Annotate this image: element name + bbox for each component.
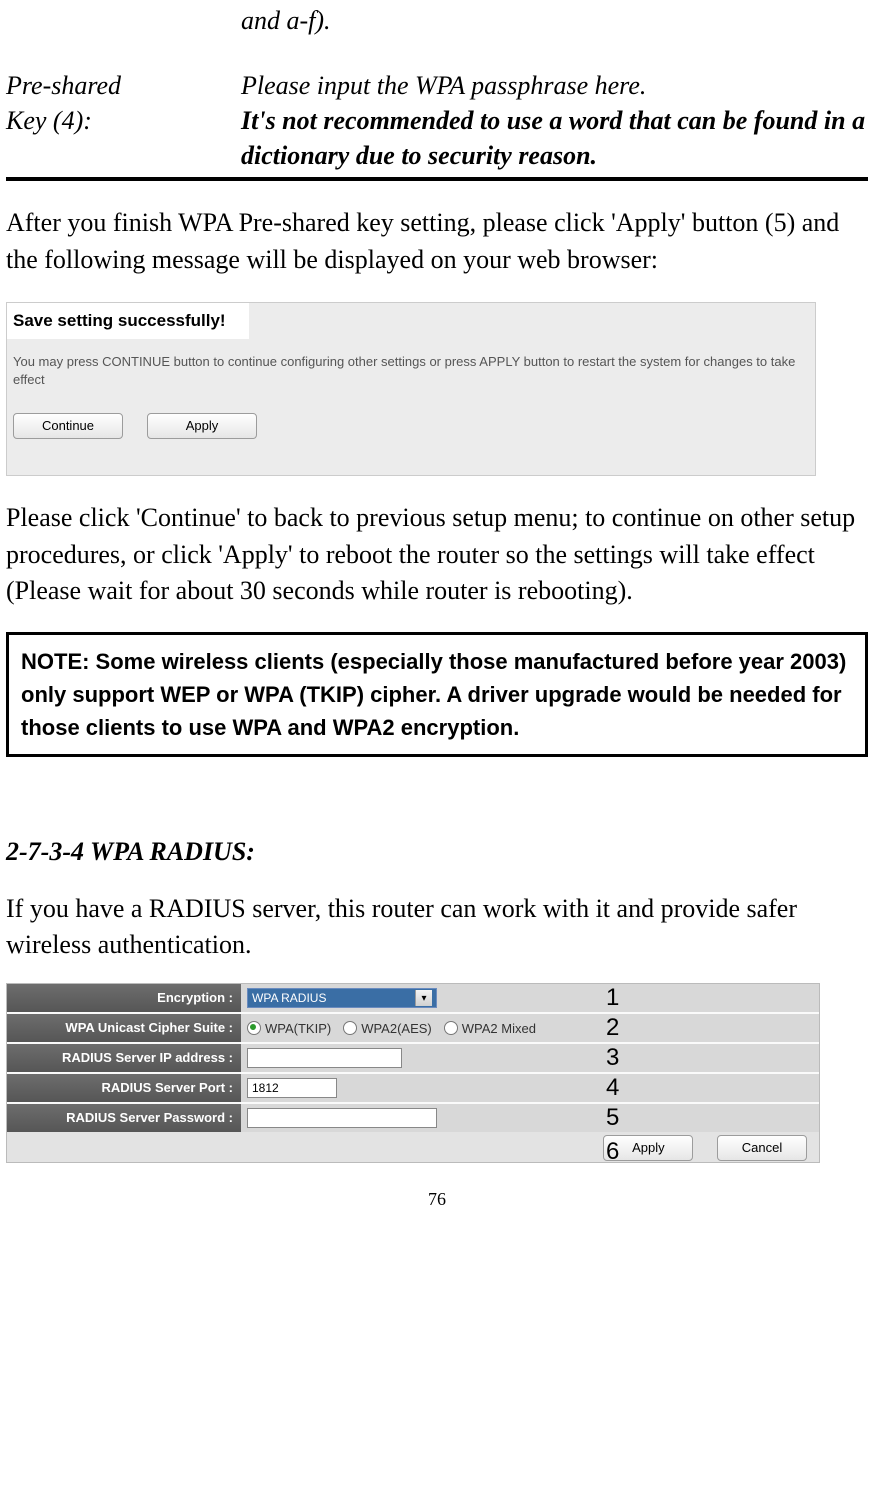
radio-wpa2-aes-label: WPA2(AES) — [361, 1021, 432, 1036]
label-port: RADIUS Server Port : — [7, 1074, 241, 1102]
callout-3: 3 — [606, 1043, 619, 1073]
encryption-select[interactable]: WPA RADIUS ▾ — [247, 988, 437, 1008]
callout-4: 4 — [606, 1073, 619, 1103]
save-setting-message: You may press CONTINUE button to continu… — [7, 339, 815, 389]
callout-1: 1 — [606, 983, 619, 1013]
label-ip: RADIUS Server IP address : — [7, 1044, 241, 1072]
def-body-bold: It's not recommended to use a word that … — [241, 103, 868, 173]
row-port: RADIUS Server Port : — [7, 1072, 819, 1102]
row-cipher: WPA Unicast Cipher Suite : WPA(TKIP) WPA… — [7, 1012, 819, 1042]
radius-port-input[interactable] — [247, 1078, 337, 1098]
paragraph-continue: Please click 'Continue' to back to previ… — [6, 500, 868, 609]
definition-row: Pre-shared Key (4): Please input the WPA… — [6, 68, 868, 173]
paragraph-after-settings: After you finish WPA Pre-shared key sett… — [6, 205, 868, 278]
radius-ip-input[interactable] — [247, 1048, 402, 1068]
callout-5: 5 — [606, 1103, 619, 1133]
divider-rule — [6, 177, 868, 181]
row-password: RADIUS Server Password : — [7, 1102, 819, 1132]
radius-action-row: Apply Cancel — [7, 1132, 819, 1162]
radius-settings-panel: Encryption : WPA RADIUS ▾ WPA Unicast Ci… — [6, 983, 820, 1163]
radio-wpa-tkip-label: WPA(TKIP) — [265, 1021, 331, 1036]
page-number: 76 — [6, 1189, 868, 1210]
def-body-line1: Please input the WPA passphrase here. — [241, 68, 868, 103]
radio-wpa2-mixed[interactable]: WPA2 Mixed — [444, 1021, 536, 1036]
note-box: NOTE: Some wireless clients (especially … — [6, 632, 868, 757]
row-encryption: Encryption : WPA RADIUS ▾ — [7, 984, 819, 1012]
radio-wpa2-aes[interactable]: WPA2(AES) — [343, 1021, 432, 1036]
save-setting-title: Save setting successfully! — [7, 303, 249, 339]
encryption-select-value: WPA RADIUS — [252, 991, 326, 1005]
continue-button[interactable]: Continue — [13, 413, 123, 439]
label-password: RADIUS Server Password : — [7, 1104, 241, 1132]
def-term-line1: Pre-shared — [6, 68, 241, 103]
radius-password-input[interactable] — [247, 1108, 437, 1128]
section-heading: 2-7-3-4 WPA RADIUS: — [6, 837, 868, 867]
radio-icon — [343, 1021, 357, 1035]
save-setting-panel: Save setting successfully! You may press… — [6, 302, 816, 476]
callout-2: 2 — [606, 1013, 619, 1043]
radio-icon — [444, 1021, 458, 1035]
apply-button[interactable]: Apply — [147, 413, 257, 439]
fragment-top: and a-f). — [241, 6, 868, 36]
label-encryption: Encryption : — [7, 984, 241, 1012]
callout-6: 6 — [606, 1137, 619, 1167]
radius-cancel-button[interactable]: Cancel — [717, 1135, 807, 1161]
row-ip: RADIUS Server IP address : — [7, 1042, 819, 1072]
callout-numbers: 1 2 3 4 5 6 — [606, 983, 619, 1167]
chevron-down-icon: ▾ — [415, 990, 432, 1006]
paragraph-radius-intro: If you have a RADIUS server, this router… — [6, 891, 868, 964]
radio-wpa2-mixed-label: WPA2 Mixed — [462, 1021, 536, 1036]
label-cipher: WPA Unicast Cipher Suite : — [7, 1014, 241, 1042]
radio-icon — [247, 1021, 261, 1035]
radio-wpa-tkip[interactable]: WPA(TKIP) — [247, 1021, 331, 1036]
def-term-line2: Key (4): — [6, 103, 241, 138]
